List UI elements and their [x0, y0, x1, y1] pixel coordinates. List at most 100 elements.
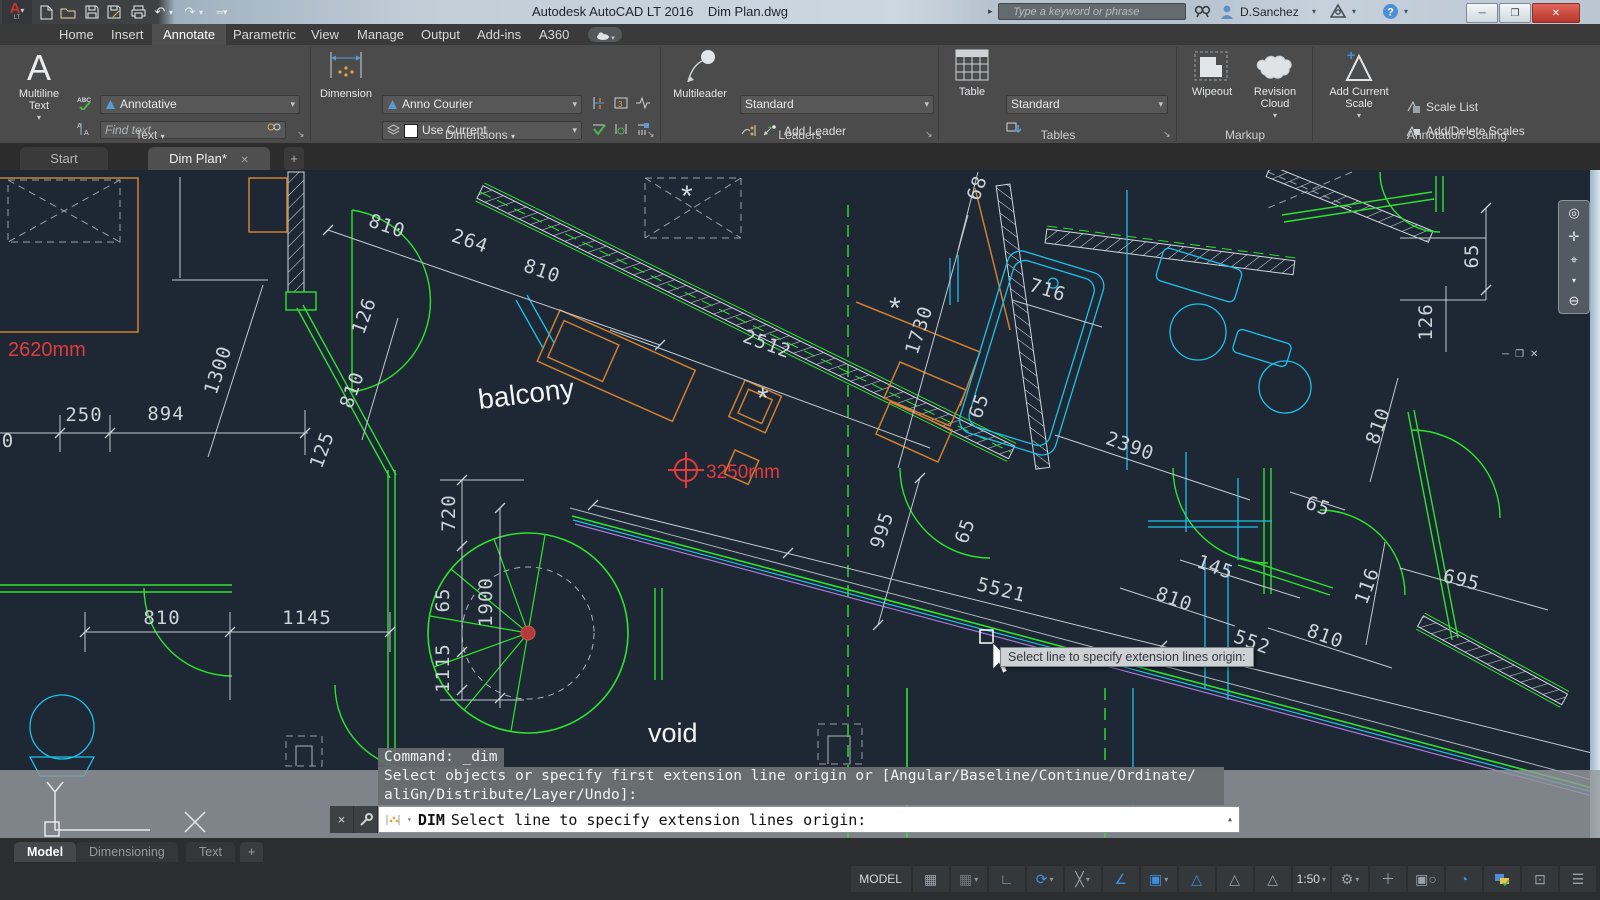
help-dropdown[interactable]: ▾	[1404, 7, 1408, 16]
multileader-button[interactable]: Multileader	[668, 48, 732, 100]
tab-home[interactable]: Home	[48, 24, 105, 45]
steering-wheel-icon[interactable]: ◎	[1568, 205, 1579, 221]
command-customize-icon[interactable]	[354, 806, 378, 833]
layout-tab-dimensioning[interactable]: Dimensioning	[76, 842, 178, 862]
tab-addins[interactable]: Add-ins	[466, 24, 532, 45]
navbar-dropdown-icon[interactable]: ▾	[1572, 276, 1576, 285]
file-tab-close-icon[interactable]: ✕	[241, 155, 249, 166]
app-logo[interactable]: A▾ LT	[2, 0, 32, 26]
zoom-icon[interactable]: ⌖	[1570, 252, 1577, 268]
text-panel-footer[interactable]: Text ▾	[0, 128, 300, 143]
dimensions-panel-launcher[interactable]: ↘	[647, 129, 655, 140]
layout-tab-model[interactable]: Model	[14, 842, 76, 862]
tab-insert[interactable]: Insert	[100, 24, 155, 45]
new-layout-button[interactable]: +	[240, 842, 263, 862]
restore-button[interactable]: ❐	[1499, 3, 1531, 23]
navbar-close-icon[interactable]: ⊖	[1569, 293, 1580, 309]
scale-list-button[interactable]: Scale List	[1404, 97, 1478, 116]
navigation-bar[interactable]: ◎ ✛ ⌖ ▾ ⊖	[1558, 200, 1590, 314]
annotation-scaling-panel-footer[interactable]: Annotation Scaling	[1314, 128, 1600, 143]
plot-button[interactable]	[128, 3, 148, 21]
user-icon[interactable]	[1220, 4, 1235, 25]
multiline-text-button[interactable]: A Multiline Text ▾	[10, 48, 68, 124]
customization-button[interactable]: ＋	[1370, 866, 1406, 892]
search-expand-icon[interactable]: ▸	[988, 6, 993, 17]
tables-panel-footer[interactable]: Tables	[940, 128, 1176, 143]
command-close-icon[interactable]: ×	[330, 806, 354, 833]
polar-tracking-button[interactable]: ⟳▾	[1027, 866, 1063, 892]
annotation-visibility-button[interactable]: △	[1179, 866, 1215, 892]
leaders-panel-footer[interactable]: Leaders	[662, 128, 938, 143]
object-snap-tracking-button[interactable]: ∠	[1103, 866, 1139, 892]
save-button[interactable]	[82, 3, 102, 21]
tab-view[interactable]: View	[300, 24, 350, 45]
wipeout-button[interactable]: Wipeout	[1184, 48, 1240, 98]
table-style-dropdown[interactable]: Standard▾	[1006, 95, 1168, 114]
dim-style-dropdown[interactable]: Anno Courier▾	[382, 95, 582, 114]
text-panel-launcher[interactable]: ↘	[297, 129, 305, 140]
dim-break-icon[interactable]	[590, 95, 607, 110]
a360-dropdown[interactable]: ▾	[1352, 7, 1356, 16]
isodraft-button[interactable]: ╳▾	[1065, 866, 1101, 892]
trusted-dwg-icon[interactable]	[1484, 866, 1520, 892]
scrollbar-strip[interactable]	[1590, 170, 1600, 838]
drawing-area[interactable]: *** 810264810126130081012502508942512173…	[0, 170, 1600, 838]
undo-dropdown[interactable]: ▾	[166, 3, 176, 21]
mleader-style-dropdown[interactable]: Standard▾	[740, 95, 934, 114]
annotation-scale-icon[interactable]: △	[1255, 866, 1291, 892]
search-icon[interactable]	[1194, 4, 1212, 25]
snap-mode-button[interactable]: ▦▾	[951, 866, 987, 892]
workspace-switching-button[interactable]: ⚙▾	[1332, 866, 1368, 892]
command-input[interactable]: ▾ DIM Select line to specify extension l…	[378, 806, 1240, 833]
tab-output[interactable]: Output	[410, 24, 471, 45]
status-menu-button[interactable]: ☰	[1560, 866, 1596, 892]
model-space-button[interactable]: MODEL	[851, 866, 911, 892]
dim-jogline-icon[interactable]	[634, 95, 651, 110]
graphics-performance-button[interactable]: ◔	[1446, 866, 1482, 892]
command-dropdown-icon[interactable]: ▾	[407, 815, 412, 824]
redo-dropdown[interactable]: ▾	[196, 3, 206, 21]
save-as-button[interactable]	[104, 3, 124, 21]
tab-parametric[interactable]: Parametric	[222, 24, 307, 45]
dimension-button[interactable]: Dimension	[316, 48, 376, 100]
text-style-dropdown[interactable]: Annotative▾	[100, 95, 300, 114]
grid-display-button[interactable]: ▦	[913, 866, 949, 892]
file-tab-dim-plan[interactable]: Dim Plan* ✕	[148, 147, 270, 170]
viewport-window-controls[interactable]: ─❐✕	[1502, 349, 1562, 363]
layout-tab-text[interactable]: Text	[186, 842, 235, 862]
tab-a360[interactable]: A360	[528, 24, 580, 45]
command-line[interactable]: × ▾ DIM Select line to specify extension…	[330, 806, 1240, 833]
tab-manage[interactable]: Manage	[346, 24, 415, 45]
add-current-scale-button[interactable]: + Add Current Scale ▾	[1322, 48, 1396, 122]
adjust-space-icon[interactable]: 3	[612, 95, 629, 110]
search-input[interactable]: Type a keyword or phrase	[998, 3, 1186, 20]
tab-annotate[interactable]: Annotate	[152, 24, 226, 45]
pan-icon[interactable]: ✛	[1569, 229, 1580, 245]
dimensions-panel-footer[interactable]: Dimensions ▾	[312, 128, 648, 143]
table-button[interactable]: Table	[946, 48, 998, 98]
command-history-toggle-icon[interactable]: ▴	[1227, 814, 1233, 825]
help-icon[interactable]: ?	[1382, 3, 1399, 25]
signed-in-user[interactable]: D.Sanchez	[1240, 5, 1299, 19]
revision-cloud-button[interactable]: Revision Cloud ▾	[1244, 48, 1306, 122]
object-snap-button[interactable]: ▣▾	[1141, 866, 1177, 892]
open-file-button[interactable]	[58, 3, 78, 21]
clean-screen-button[interactable]: ⊡	[1522, 866, 1558, 892]
user-dropdown[interactable]: ▾	[1312, 7, 1316, 16]
new-tab-button[interactable]: +	[284, 147, 304, 170]
a360-icon[interactable]	[1330, 3, 1347, 25]
markup-panel-footer[interactable]: Markup	[1178, 128, 1312, 143]
isolate-objects-button[interactable]: ▣○	[1408, 866, 1444, 892]
ortho-mode-button[interactable]: ∟	[989, 866, 1025, 892]
annotation-scale-button[interactable]: 1:50▾	[1293, 866, 1330, 892]
minimize-button[interactable]: ─	[1466, 3, 1498, 23]
featured-apps-button[interactable]: ▾	[588, 27, 622, 42]
leaders-panel-launcher[interactable]: ↘	[925, 129, 933, 140]
autoscale-button[interactable]: △	[1217, 866, 1253, 892]
tables-panel-launcher[interactable]: ↘	[1163, 129, 1171, 140]
check-spelling-icon[interactable]: ABC	[76, 95, 93, 110]
qat-customize-dropdown[interactable]: ═▾	[212, 3, 232, 21]
file-tab-start[interactable]: Start	[20, 147, 108, 170]
close-button[interactable]: ✕	[1532, 3, 1580, 23]
new-file-button[interactable]	[36, 3, 56, 21]
